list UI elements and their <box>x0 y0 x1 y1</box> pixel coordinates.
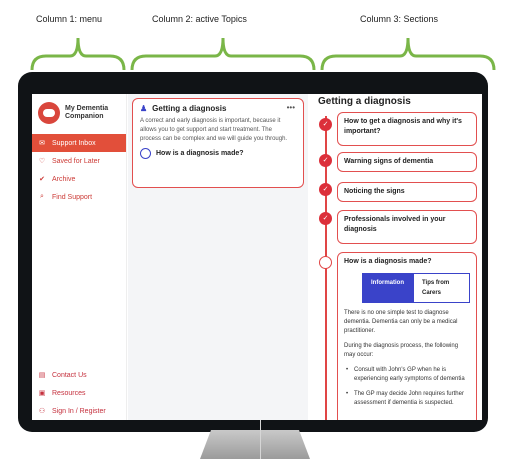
topic-question[interactable]: How is a diagnosis made? <box>140 148 296 159</box>
more-options-icon[interactable]: ••• <box>287 103 295 112</box>
column-2-label: Column 2: active Topics <box>152 14 247 24</box>
tab-tips-from-carers[interactable]: Tips from Carers <box>413 273 470 303</box>
section-item[interactable]: Warning signs of dementia <box>337 152 477 172</box>
menu-item-sign-in[interactable]: ⚇ Sign In / Register <box>32 402 127 420</box>
section-item[interactable]: Professionals involved in your diagnosis <box>337 210 477 244</box>
sections-column: Getting a diagnosis ✓ How to get a diagn… <box>309 94 482 420</box>
main-menu: ✉ Support Inbox ♡ Saved for Later ✔ Arch… <box>32 134 126 206</box>
menu-item-saved-for-later[interactable]: ♡ Saved for Later <box>32 152 126 170</box>
secondary-menu: ▤ Contact Us ▣ Resources ⚇ Sign In / Reg… <box>32 366 127 420</box>
tab-information[interactable]: Information <box>362 273 413 303</box>
check-icon: ✓ <box>319 183 332 196</box>
inbox-icon: ✉ <box>39 140 45 147</box>
topics-column: ♟ Getting a diagnosis ••• A correct and … <box>128 94 308 420</box>
menu-item-label: Sign In / Register <box>52 407 106 415</box>
column-1-brace <box>30 34 126 72</box>
search-icon: ⌕ <box>40 193 44 200</box>
topic-header: ♟ Getting a diagnosis <box>140 104 296 113</box>
check-icon: ✓ <box>319 118 332 131</box>
check-icon: ✓ <box>319 154 332 167</box>
column-2-brace <box>130 34 316 72</box>
radio-circle-icon <box>140 148 151 159</box>
section-item[interactable]: Noticing the signs <box>337 182 477 202</box>
topic-description: A correct and early diagnosis is importa… <box>140 118 288 142</box>
topic-question-label: How is a diagnosis made? <box>156 150 244 157</box>
menu-item-label: Archive <box>52 175 76 183</box>
column-1-label: Column 1: menu <box>36 14 103 24</box>
topic-card[interactable]: ♟ Getting a diagnosis ••• A correct and … <box>132 98 304 188</box>
user-icon: ⚇ <box>38 408 46 415</box>
content-bullet: Consult with John's GP when he is experi… <box>344 366 470 384</box>
menu-column: My Dementia Companion ✉ Support Inbox ♡ … <box>32 94 127 420</box>
menu-item-resources[interactable]: ▣ Resources <box>32 384 127 402</box>
section-item-expanded[interactable]: How is a diagnosis made? Information Tip… <box>337 252 477 420</box>
section-tabs: Information Tips from Carers <box>362 273 470 303</box>
app-screen: My Dementia Companion ✉ Support Inbox ♡ … <box>32 94 482 420</box>
menu-item-support-inbox[interactable]: ✉ Support Inbox <box>32 134 126 152</box>
menu-item-label: Resources <box>52 389 86 397</box>
menu-item-find-support[interactable]: ⌕ Find Support <box>32 188 126 206</box>
content-bullet: The GP may decide John requires further … <box>344 390 470 408</box>
content-paragraph: There is no one simple test to diagnose … <box>344 310 458 334</box>
document-icon: ▣ <box>38 390 46 397</box>
menu-item-label: Saved for Later <box>52 157 100 165</box>
menu-item-label: Support Inbox <box>52 139 96 147</box>
person-icon: ♟ <box>140 104 148 113</box>
heart-icon: ♡ <box>38 158 46 165</box>
column-3-brace <box>320 34 496 72</box>
section-item[interactable]: How to get a diagnosis and why it's impo… <box>337 112 477 146</box>
check-circle-icon: ✔ <box>39 176 45 183</box>
menu-item-label: Contact Us <box>52 371 87 379</box>
section-heading: How is a diagnosis made? <box>344 258 432 265</box>
app-logo[interactable]: My Dementia Companion <box>32 94 126 124</box>
app-name: My Dementia Companion <box>65 105 109 120</box>
check-icon: ✓ <box>319 212 332 225</box>
menu-item-archive[interactable]: ✔ Archive <box>32 170 126 188</box>
logo-icon <box>38 102 60 124</box>
menu-item-label: Find Support <box>52 193 93 201</box>
content-paragraph: During the diagnosis process, the follow… <box>344 343 459 358</box>
topic-title: Getting a diagnosis <box>152 104 227 113</box>
open-circle-icon <box>319 256 332 269</box>
page: Column 1: menu Column 2: active Topics C… <box>0 0 506 459</box>
monitor-stand <box>200 430 310 459</box>
sections-title: Getting a diagnosis <box>318 96 411 107</box>
column-3-label: Column 3: Sections <box>360 14 439 24</box>
chat-icon: ▤ <box>38 372 46 379</box>
menu-item-contact-us[interactable]: ▤ Contact Us <box>32 366 127 384</box>
